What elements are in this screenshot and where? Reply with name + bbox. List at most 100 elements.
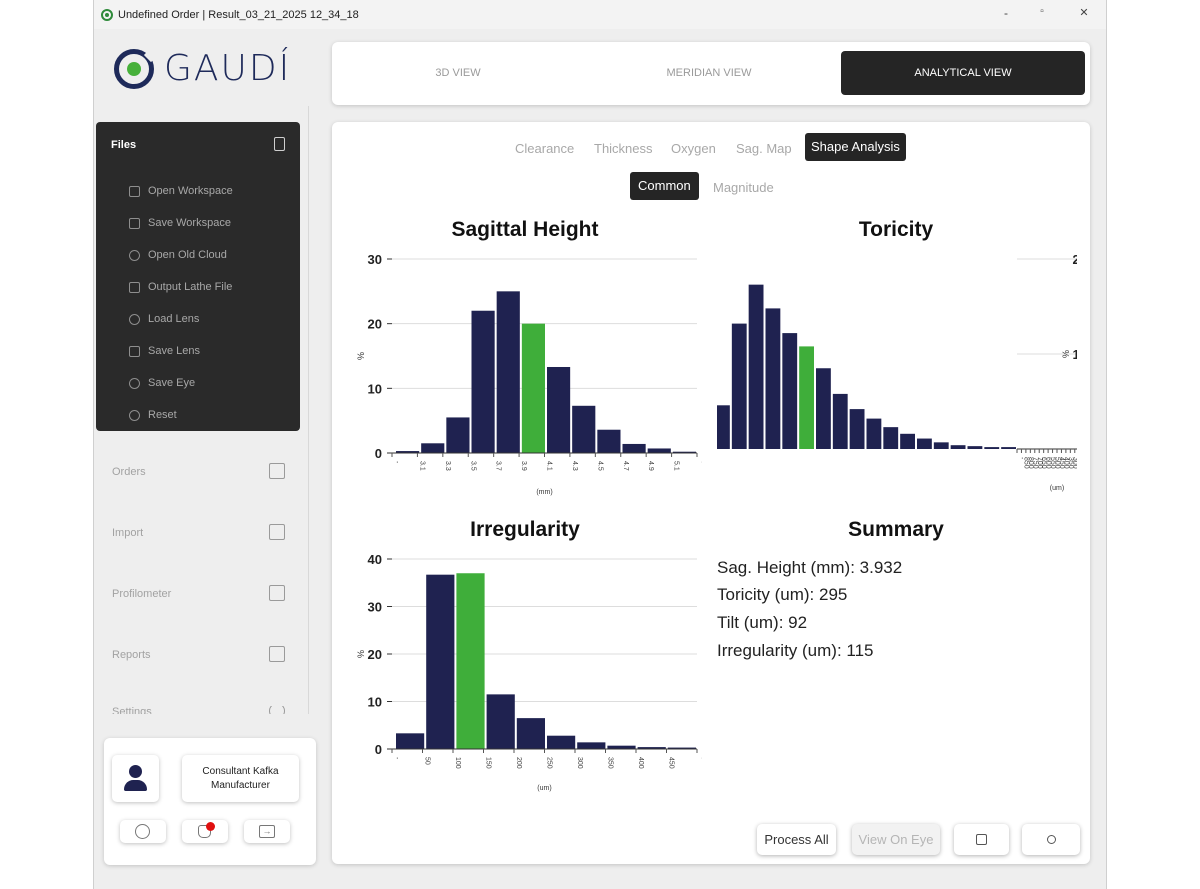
tab-shape-analysis[interactable]: Shape Analysis <box>805 133 906 161</box>
sagittal-height-chart: 0 10 20 30% - 3.1 3.3 3.5 3.7 3.9 4.1 4.3 4.5 4.7 4.9 5… <box>356 252 702 496</box>
tab-oxygen[interactable]: Oxygen <box>665 137 722 160</box>
nav-label: Reports <box>112 649 151 661</box>
chart-title-toricity: Toricity <box>858 218 934 241</box>
menu-label: Save Lens <box>148 345 200 357</box>
title-bar: Undefined Order | Result_03_21_2025 12_3… <box>94 0 1106 29</box>
copy-icon <box>976 834 987 845</box>
y-tick-label: 0 <box>375 742 382 757</box>
copy-button[interactable] <box>954 824 1009 855</box>
menu-save-eye[interactable]: Save Eye <box>129 377 195 389</box>
grid-icon <box>269 463 285 479</box>
summary-sag-height: Sag. Height (mm): 3.932 <box>717 558 903 577</box>
tab-sag-map[interactable]: Sag. Map <box>730 137 798 160</box>
y-tick-label: 30 <box>368 252 382 267</box>
x-tick-label: 3.1 <box>418 461 425 471</box>
tab-meridian-view[interactable]: MERIDIAN VIEW <box>587 51 831 95</box>
x-tick-label: 3.3 <box>444 461 451 471</box>
bar <box>396 733 425 749</box>
tab-3d-view[interactable]: 3D VIEW <box>336 51 580 95</box>
x-tick-label: - <box>393 757 400 760</box>
bar <box>799 346 814 449</box>
cloud-icon <box>129 249 140 261</box>
x-tick-label: 400 <box>637 757 644 769</box>
tab-thickness[interactable]: Thickness <box>588 137 659 160</box>
user-panel: Consultant Kafka Manufacturer → <box>104 738 316 865</box>
files-menu: Files Open Workspace Save Workspace Open… <box>96 122 300 431</box>
bar <box>717 405 730 449</box>
nav-settings[interactable]: Settings <box>112 706 290 714</box>
x-tick-label: 300 <box>576 757 583 769</box>
logo-text: GAUDÍ <box>164 48 292 89</box>
tab-analytical-view[interactable]: ANALYTICAL VIEW <box>841 51 1085 95</box>
app-logo-icon <box>101 8 113 21</box>
bar <box>446 417 470 453</box>
user-settings-icon <box>135 824 150 839</box>
bar <box>516 718 545 749</box>
refresh-button[interactable] <box>1022 824 1080 855</box>
menu-reset[interactable]: Reset <box>129 409 177 421</box>
summary-irregularity: Irregularity (um): 115 <box>717 641 874 660</box>
menu-save-lens[interactable]: Save Lens <box>129 345 200 357</box>
nav-label: Profilometer <box>112 588 172 600</box>
logout-button[interactable]: → <box>244 820 290 843</box>
x-tick-label: 3.7 <box>495 461 502 471</box>
summary-tilt: Tilt (um): 92 <box>717 613 808 632</box>
bar <box>866 418 882 449</box>
tab-magnitude[interactable]: Magnitude <box>707 176 780 199</box>
user-icon <box>129 765 142 778</box>
scan-icon <box>269 585 285 601</box>
tab-clearance[interactable]: Clearance <box>509 137 580 160</box>
y-tick-label: 20 <box>1073 252 1077 267</box>
clipboard-icon[interactable] <box>274 137 285 151</box>
nav-import[interactable]: Import <box>112 524 290 540</box>
x-axis-label: (mm) <box>536 489 552 496</box>
bar <box>622 443 646 453</box>
nav-orders[interactable]: Orders <box>112 463 290 479</box>
x-tick-label: 4.9 <box>647 461 654 471</box>
nav-reports[interactable]: Reports <box>112 646 290 662</box>
nav-label: Settings <box>112 706 152 714</box>
summary-title: Summary <box>848 518 944 541</box>
close-button[interactable]: ✕ <box>1074 6 1094 19</box>
y-tick-label: 40 <box>368 552 382 567</box>
folder-icon <box>129 185 140 197</box>
x-tick-label: 4.5 <box>596 461 603 471</box>
bar <box>456 573 485 749</box>
refresh-icon <box>1046 835 1056 844</box>
tab-common[interactable]: Common <box>630 172 699 200</box>
notification-dot <box>206 822 215 831</box>
menu-save-workspace[interactable]: Save Workspace <box>129 217 231 229</box>
reset-icon <box>129 409 140 421</box>
gear-icon <box>269 706 285 714</box>
x-tick-label: 4.7 <box>622 461 629 471</box>
notifications-button[interactable] <box>182 820 228 843</box>
bar <box>1001 447 1016 449</box>
menu-open-old-cloud[interactable]: Open Old Cloud <box>129 249 227 261</box>
process-all-button[interactable]: Process All <box>757 824 836 855</box>
user-name: Consultant Kafka <box>202 766 279 777</box>
x-tick-label: - <box>698 757 702 760</box>
sidebar-scrollbar[interactable] <box>308 106 316 714</box>
menu-open-workspace[interactable]: Open Workspace <box>129 185 233 197</box>
x-axis-label: (um) <box>537 785 551 792</box>
bar <box>933 442 949 449</box>
download-icon <box>129 217 140 229</box>
x-tick-label: 5.1 <box>673 461 680 471</box>
user-card[interactable]: Consultant Kafka Manufacturer <box>182 755 299 802</box>
menu-load-lens[interactable]: Load Lens <box>129 313 199 325</box>
menu-label: Output Lathe File <box>148 281 233 293</box>
minimize-button[interactable]: - <box>996 6 1016 20</box>
menu-output-lathe-file[interactable]: Output Lathe File <box>129 281 232 293</box>
menu-label: Reset <box>148 409 177 421</box>
maximize-button[interactable]: ▫ <box>1032 6 1052 17</box>
y-tick-label: 20 <box>368 317 382 332</box>
view-on-eye-button[interactable]: View On Eye <box>852 824 940 855</box>
nav-profilometer[interactable]: Profilometer <box>112 585 290 601</box>
account-settings-button[interactable] <box>120 820 166 843</box>
bar <box>421 443 445 453</box>
user-icon-body <box>124 780 147 791</box>
y-tick-label: 20 <box>368 647 382 662</box>
bar <box>731 323 747 449</box>
bar <box>521 323 545 453</box>
avatar[interactable] <box>112 755 159 802</box>
